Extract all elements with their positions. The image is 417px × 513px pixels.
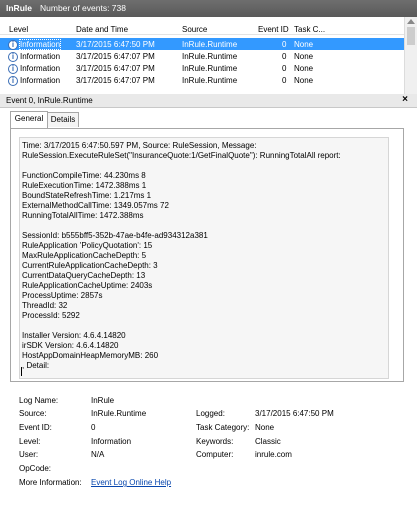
keywords-label: Keywords: (196, 437, 234, 446)
row-source: InRule.Runtime (182, 52, 238, 61)
user-label: User: (19, 450, 39, 459)
row-source: InRule.Runtime (182, 76, 238, 85)
row-datetime: 3/17/2015 6:47:07 PM (76, 52, 155, 61)
log-name-label: Log Name: (19, 396, 59, 405)
message-line: RuleApplication 'PolicyQuotation': 15 (22, 241, 153, 250)
event-row[interactable]: i Information 3/17/2015 6:47:07 PM InRul… (0, 62, 404, 74)
log-name-value: InRule (91, 396, 115, 405)
source-value: InRule.Runtime (91, 409, 147, 418)
row-task: None (294, 64, 314, 73)
column-header-source[interactable]: Source (182, 25, 207, 34)
information-icon: i (8, 40, 18, 50)
message-line: RuleSession.ExecuteRuleSet("InsuranceQuo… (22, 151, 341, 160)
list-scrollbar[interactable] (404, 17, 417, 94)
message-line: Time: 3/17/2015 6:47:50.597 PM, Source: … (22, 141, 257, 150)
row-level: Information (20, 52, 61, 61)
message-line: ProcessId: 5292 (22, 311, 80, 320)
message-line: FunctionCompileTime: 44.230ms 8 (22, 171, 146, 180)
message-line: RuleApplicationCacheUptime: 2403s (22, 281, 153, 290)
event-id-label: Event ID: (19, 423, 52, 432)
row-task: None (294, 52, 314, 61)
information-icon: i (8, 76, 18, 86)
message-line: CurrentDataQueryCacheDepth: 13 (22, 271, 146, 280)
event-row[interactable]: i Information 3/17/2015 6:47:50 PM InRul… (0, 38, 404, 50)
row-level: Information (20, 76, 61, 85)
information-icon: i (8, 64, 18, 74)
message-line: RunningTotalAllTime: 1472.388ms (22, 211, 144, 220)
message-line: ExternalMethodCallTime: 1349.057ms 72 (22, 201, 169, 210)
event-message[interactable]: Time: 3/17/2015 6:47:50.597 PM, Source: … (19, 137, 389, 379)
detail-title: Event 0, InRule.Runtime (6, 96, 93, 105)
general-panel: Time: 3/17/2015 6:47:50.597 PM, Source: … (10, 128, 404, 382)
row-datetime: 3/17/2015 6:47:07 PM (76, 76, 155, 85)
user-value: N/A (91, 450, 105, 459)
task-category-label: Task Category: (196, 423, 250, 432)
log-name-title: InRule (6, 3, 32, 13)
row-source: InRule.Runtime (182, 40, 238, 49)
column-headers: Level Date and Time Source Event ID Task… (0, 17, 404, 35)
row-datetime: 3/17/2015 6:47:50 PM (76, 40, 155, 49)
column-header-level[interactable]: Level (9, 25, 28, 34)
column-header-task[interactable]: Task C... (294, 25, 325, 34)
scroll-up-arrow-icon[interactable] (407, 19, 415, 24)
computer-label: Computer: (196, 450, 234, 459)
row-source: InRule.Runtime (182, 64, 238, 73)
logged-label: Logged: (196, 409, 225, 418)
text-caret (21, 367, 22, 376)
message-line: irSDK Version: 4.6.4.14820 (22, 341, 119, 350)
row-level: Information (20, 64, 61, 73)
detail-header: Event 0, InRule.Runtime × (0, 94, 417, 108)
message-line: HostAppDomainHeapMemoryMB: 260 (22, 351, 159, 360)
event-row[interactable]: i Information 3/17/2015 6:47:07 PM InRul… (0, 74, 404, 86)
event-properties: Log Name: InRule Source: InRule.Runtime … (0, 392, 417, 513)
scroll-thumb[interactable] (407, 27, 415, 45)
task-category-value: None (255, 423, 275, 432)
message-line: MaxRuleApplicationCacheDepth: 5 (22, 251, 147, 260)
logged-value: 3/17/2015 6:47:50 PM (255, 409, 334, 418)
row-event-id: 0 (282, 40, 287, 49)
tab-general[interactable]: General (10, 111, 48, 128)
row-task: None (294, 40, 314, 49)
opcode-label: OpCode: (19, 464, 52, 473)
information-icon: i (8, 52, 18, 62)
keywords-value: Classic (255, 437, 281, 446)
event-count: Number of events: 738 (40, 3, 126, 13)
level-label: Level: (19, 437, 41, 446)
tab-details[interactable]: Details (47, 112, 79, 127)
event-id-value: 0 (91, 423, 96, 432)
row-level: Information (18, 39, 62, 50)
computer-value: inrule.com (255, 450, 292, 459)
title-bar: InRule Number of events: 738 (0, 0, 417, 17)
row-task: None (294, 76, 314, 85)
message-line: SessionId: b555bff5-352b-47ae-b4fe-ad934… (22, 231, 208, 240)
message-line: ThreadId: 32 (22, 301, 68, 310)
message-line: BoundStateRefreshTime: 1.217ms 1 (22, 191, 152, 200)
event-log-online-help-link[interactable]: Event Log Online Help (91, 478, 171, 487)
message-line: CurrentRuleApplicationCacheDepth: 3 (22, 261, 158, 270)
message-line: , Detail: (22, 361, 50, 370)
event-row[interactable]: i Information 3/17/2015 6:47:07 PM InRul… (0, 50, 404, 62)
row-event-id: 0 (282, 64, 287, 73)
event-list[interactable]: Level Date and Time Source Event ID Task… (0, 17, 417, 95)
message-line: RuleExecutionTime: 1472.388ms 1 (22, 181, 147, 190)
row-event-id: 0 (282, 52, 287, 61)
column-header-datetime[interactable]: Date and Time (76, 25, 128, 34)
row-event-id: 0 (282, 76, 287, 85)
row-datetime: 3/17/2015 6:47:07 PM (76, 64, 155, 73)
close-icon[interactable]: × (402, 94, 408, 105)
message-line: Installer Version: 4.6.4.14820 (22, 331, 126, 340)
level-value: Information (91, 437, 132, 446)
source-label: Source: (19, 409, 47, 418)
more-information-label: More Information: (19, 478, 82, 487)
message-line: ProcessUptime: 2857s (22, 291, 103, 300)
column-header-event-id[interactable]: Event ID (258, 25, 289, 34)
